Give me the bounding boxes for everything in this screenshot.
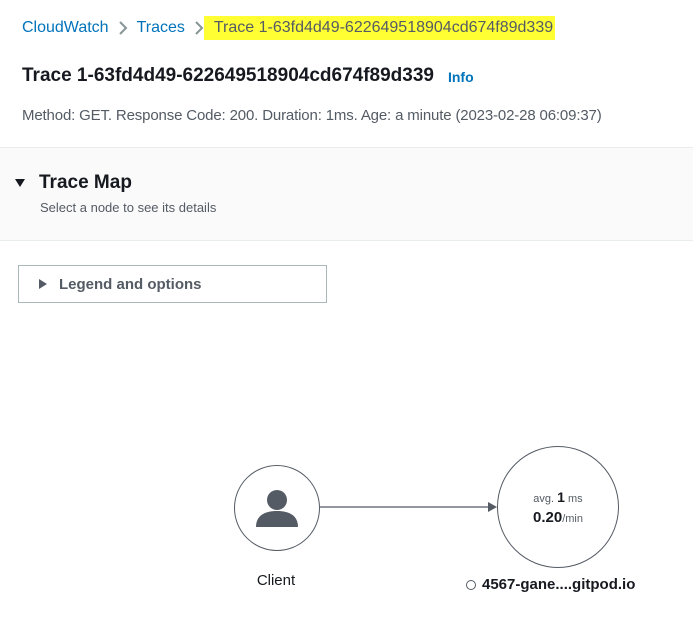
avg-latency-metric: avg. 1 ms xyxy=(498,489,618,505)
caret-down-icon xyxy=(15,179,25,187)
breadcrumb: CloudWatch Traces Trace 1-63fd4d49-62264… xyxy=(22,16,556,40)
page-header: Trace 1-63fd4d49-622649518904cd674f89d33… xyxy=(22,65,474,87)
trace-map-description: Select a node to see its details xyxy=(40,200,217,215)
chevron-right-icon xyxy=(109,21,137,35)
trace-summary: Method: GET. Response Code: 200. Duratio… xyxy=(22,107,602,124)
trace-edge-arrow[interactable] xyxy=(320,498,498,516)
trace-map-toggle[interactable]: Trace Map xyxy=(15,172,132,194)
status-ring-icon xyxy=(466,579,476,590)
trace-map-header: Trace Map Select a node to see its detai… xyxy=(0,147,693,241)
avg-latency-unit: ms xyxy=(568,493,583,505)
page-title: Trace 1-63fd4d49-622649518904cd674f89d33… xyxy=(22,65,434,86)
client-node-label: Client xyxy=(256,572,296,589)
info-link[interactable]: Info xyxy=(448,69,474,85)
request-rate-value: 0.20 xyxy=(533,509,563,526)
legend-and-options-label: Legend and options xyxy=(59,275,202,293)
request-rate-metric: 0.20/min xyxy=(498,509,618,526)
user-icon xyxy=(256,490,298,527)
breadcrumb-current-trace: Trace 1-63fd4d49-622649518904cd674f89d33… xyxy=(203,16,556,40)
client-node[interactable] xyxy=(234,465,320,551)
breadcrumb-cloudwatch[interactable]: CloudWatch xyxy=(22,19,109,37)
avg-latency-value: 1 xyxy=(557,489,565,505)
service-node-label: 4567-gane....gitpod.io xyxy=(466,576,635,593)
service-node[interactable]: avg. 1 ms 0.20/min xyxy=(497,446,619,568)
service-name: 4567-gane....gitpod.io xyxy=(482,576,636,593)
breadcrumb-traces[interactable]: Traces xyxy=(137,19,185,37)
trace-map-title: Trace Map xyxy=(39,172,132,193)
request-rate-unit: /min xyxy=(562,513,583,525)
caret-right-icon xyxy=(39,279,47,289)
avg-prefix: avg. xyxy=(533,493,555,505)
legend-and-options-expander[interactable]: Legend and options xyxy=(18,265,327,303)
